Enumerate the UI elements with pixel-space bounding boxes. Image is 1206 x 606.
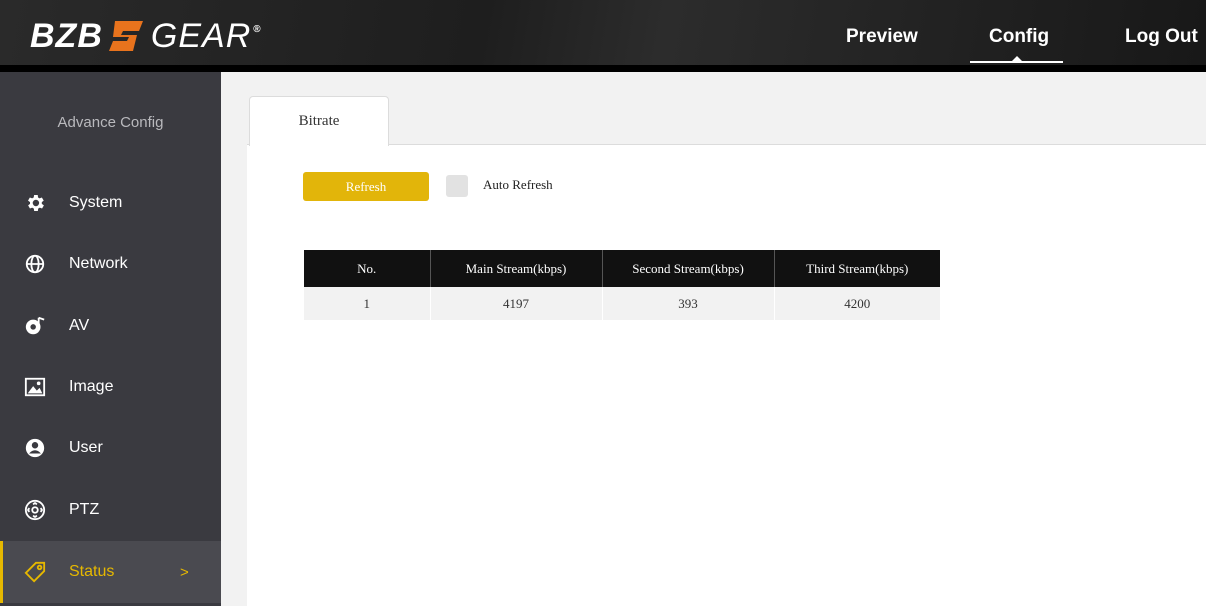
tag-icon [24, 561, 46, 583]
sidebar-item-status[interactable]: Status > [0, 541, 221, 603]
sidebar-title: Advance Config [57, 114, 164, 131]
sidebar: Advance Config System Network AV Image U… [0, 72, 221, 606]
nav-config[interactable]: Config [989, 26, 1049, 48]
sidebar-item-label: PTZ [69, 501, 100, 518]
table-header-row: No. Main Stream(kbps) Second Stream(kbps… [304, 250, 940, 287]
ptz-icon [24, 499, 46, 521]
main-gutter [221, 72, 247, 606]
refresh-button[interactable]: Refresh [303, 172, 429, 201]
image-icon [24, 376, 46, 398]
tab-bar [247, 72, 1206, 145]
sidebar-item-label: Status [69, 563, 115, 580]
bitrate-table: No. Main Stream(kbps) Second Stream(kbps… [304, 250, 940, 320]
logo-text-right: GEAR [150, 16, 252, 55]
sidebar-item-user[interactable]: User [0, 417, 221, 479]
sidebar-item-label: Image [69, 378, 114, 395]
chevron-right-icon: > [180, 563, 189, 581]
cell-second-stream: 393 [602, 287, 775, 320]
column-header-third-stream: Third Stream(kbps) [774, 250, 940, 287]
auto-refresh-checkbox[interactable] [446, 175, 468, 197]
av-music-icon [24, 315, 46, 337]
cell-no: 1 [304, 287, 431, 320]
column-header-second-stream: Second Stream(kbps) [602, 250, 775, 287]
tab-bitrate[interactable]: Bitrate [249, 96, 389, 146]
sidebar-item-label: AV [69, 317, 90, 334]
nav-logout[interactable]: Log Out [1125, 26, 1198, 48]
sidebar-item-label: User [69, 439, 103, 456]
logo-text-left: BZB [30, 16, 103, 55]
table-row: 1 4197 393 4200 [304, 287, 940, 320]
main-panel [221, 72, 1206, 606]
globe-icon [24, 253, 46, 275]
cell-third-stream: 4200 [774, 287, 940, 320]
sidebar-item-av[interactable]: AV [0, 295, 221, 357]
sidebar-item-ptz[interactable]: PTZ [0, 479, 221, 541]
logo: BZB GEAR ® [30, 16, 262, 56]
sidebar-item-label: Network [69, 255, 128, 272]
top-bar: BZB GEAR ® Preview Config Log Out [0, 0, 1206, 72]
cell-main-stream: 4197 [430, 287, 603, 320]
logo-mark-icon [107, 19, 147, 53]
logo-registered: ® [253, 23, 262, 35]
column-header-no: No. [304, 250, 431, 287]
column-header-main-stream: Main Stream(kbps) [430, 250, 603, 287]
sidebar-item-network[interactable]: Network [0, 233, 221, 295]
auto-refresh-label: Auto Refresh [483, 177, 553, 192]
sidebar-item-label: System [69, 194, 123, 211]
nav-preview[interactable]: Preview [846, 26, 918, 48]
gear-icon [24, 192, 46, 214]
sidebar-item-image[interactable]: Image [0, 356, 221, 418]
active-nav-underline [970, 61, 1063, 63]
user-icon [24, 437, 46, 459]
sidebar-item-system[interactable]: System [0, 172, 221, 234]
